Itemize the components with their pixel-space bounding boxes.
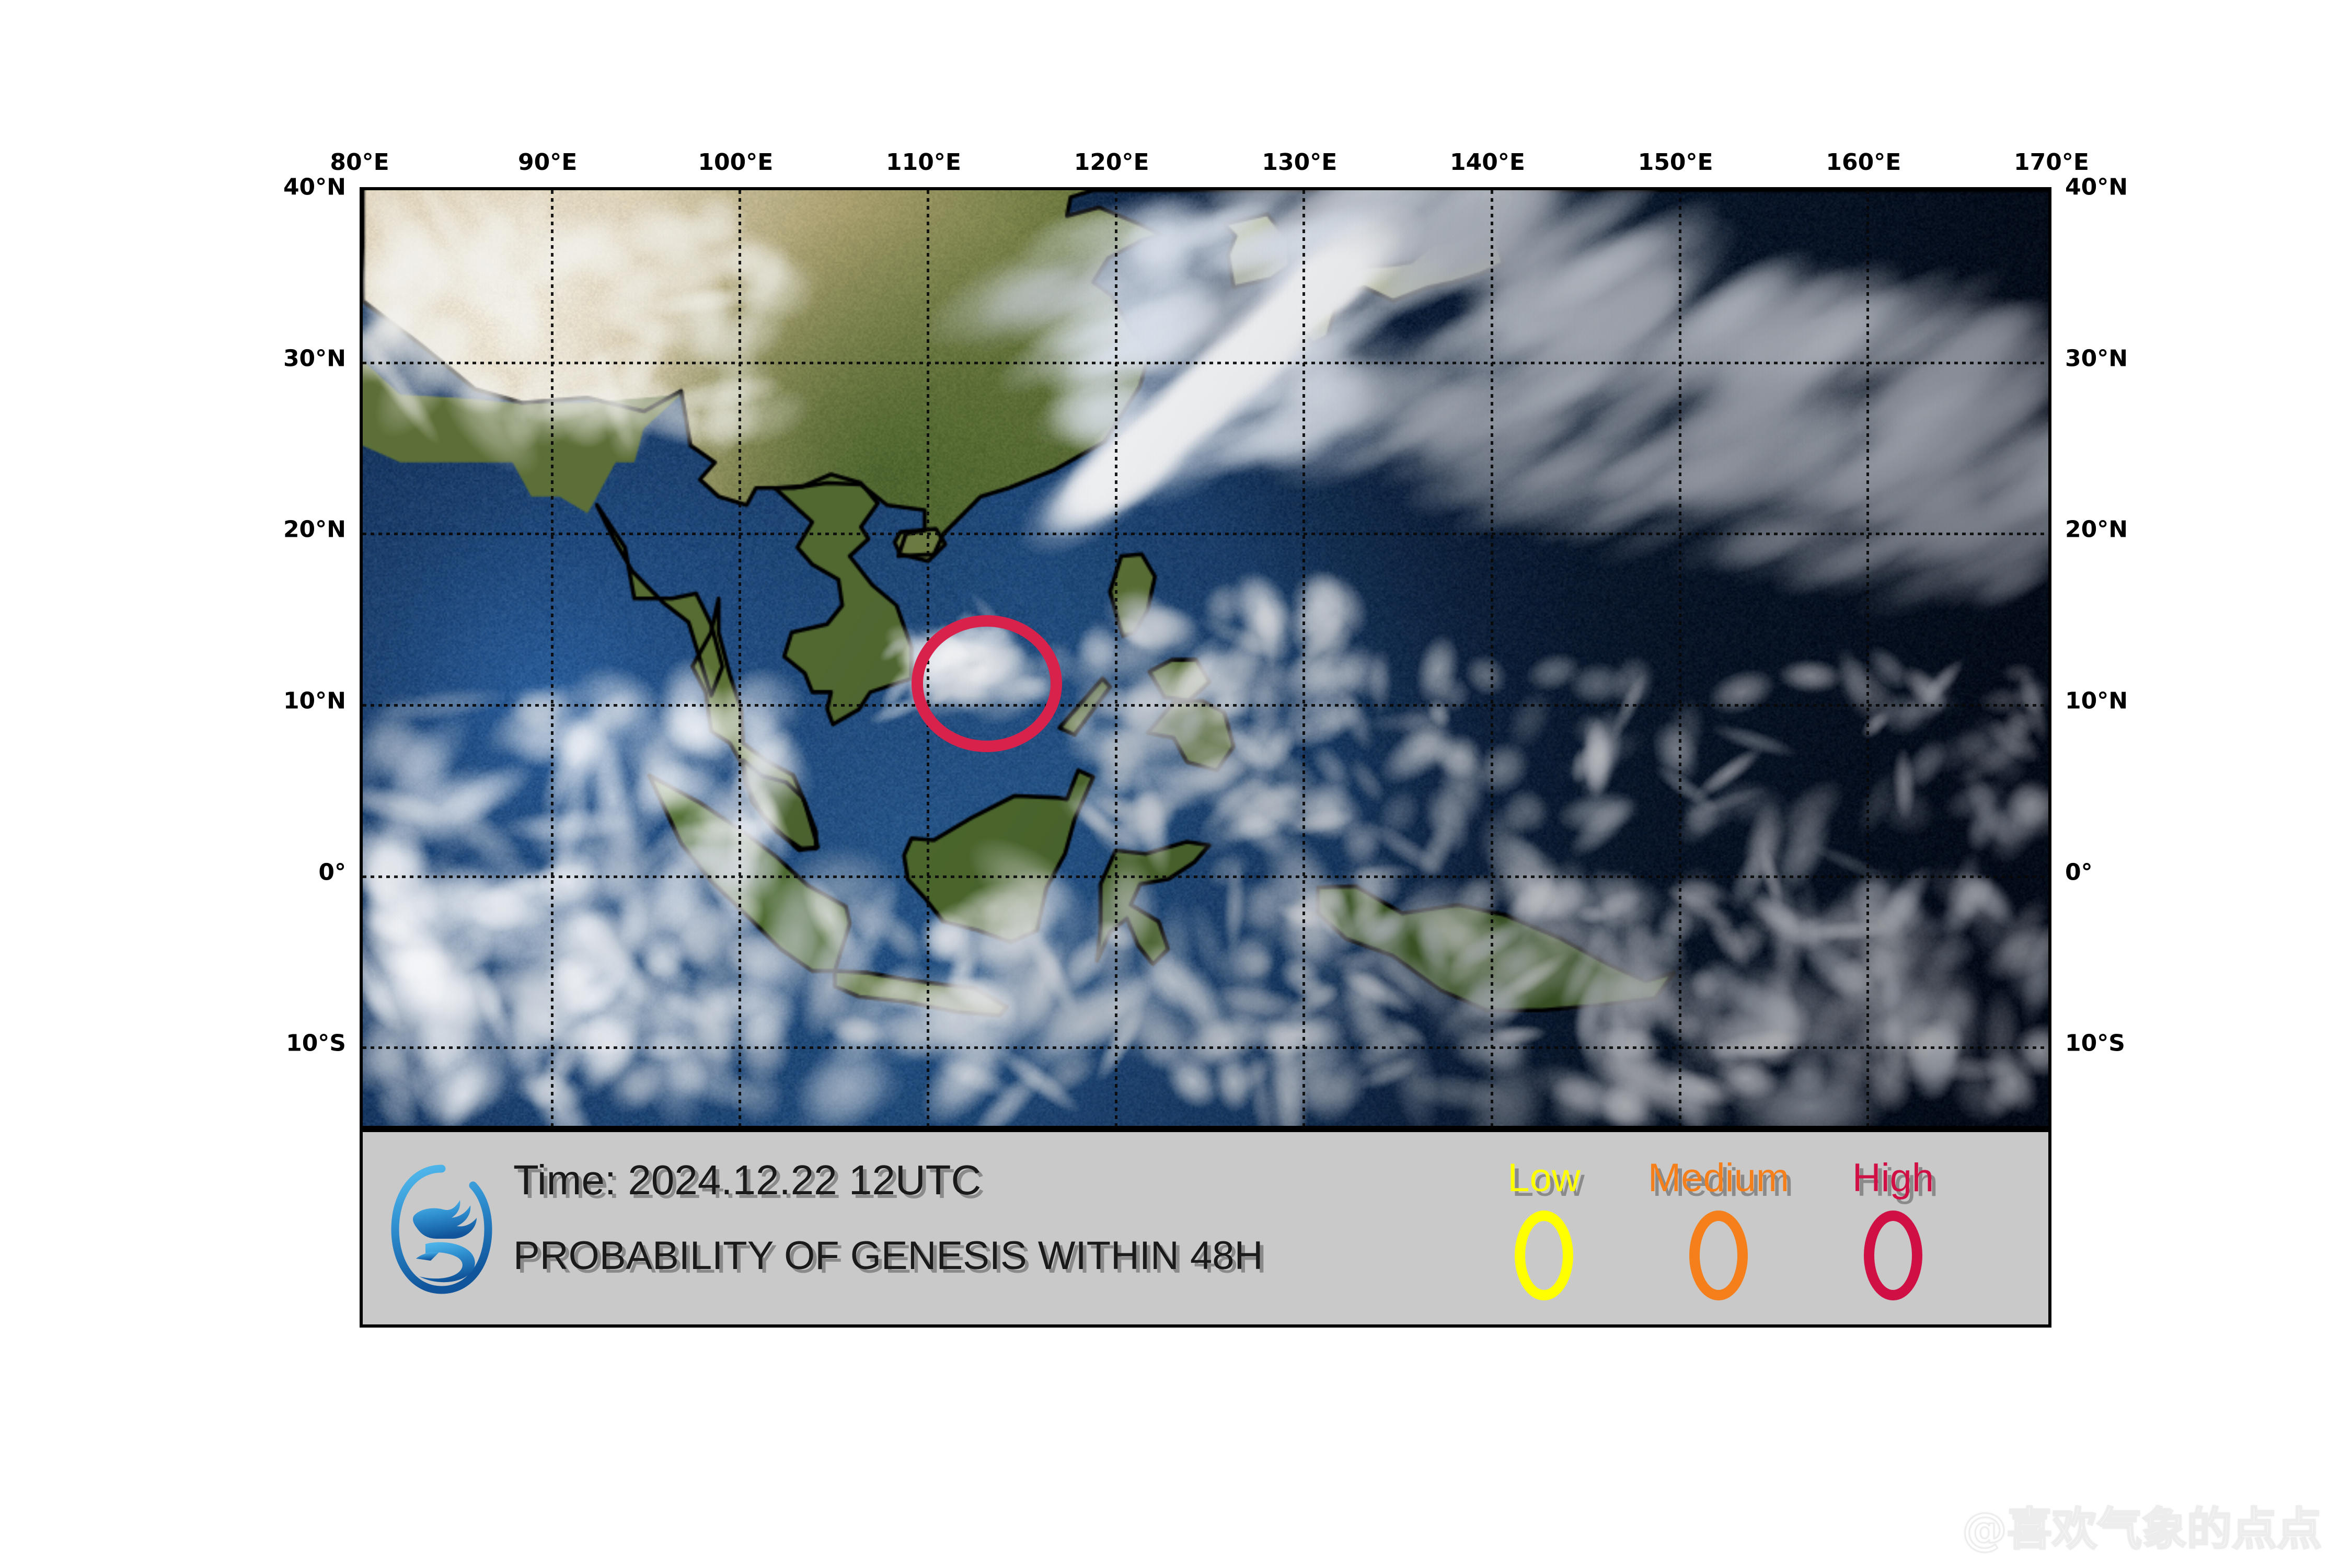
legend-key-low[interactable]: Low bbox=[1466, 1155, 1622, 1300]
longitude-tick-label: 90°E bbox=[518, 149, 578, 176]
observation-time-label: Time: 2024.12.22 12UTC bbox=[513, 1157, 982, 1203]
longitude-tick-label: 130°E bbox=[1262, 149, 1338, 176]
latitude-tick-label: 10°S bbox=[2065, 1030, 2125, 1057]
latitude-tick-label: 0° bbox=[2065, 859, 2093, 886]
weather-map-figure: 80°E 90°E 100°E 110°E 120°E 130°E 140°E 150°E 16… bbox=[0, 0, 2352, 1568]
dragon-emblem-logo bbox=[391, 1165, 492, 1294]
latitude-tick-label: 40°N bbox=[2065, 174, 2128, 201]
legend-key-medium[interactable]: Medium bbox=[1640, 1155, 1797, 1300]
latitude-tick-label: 30°N bbox=[283, 345, 346, 372]
latitude-tick-label: 20°N bbox=[283, 516, 346, 543]
latitude-tick-label: 10°N bbox=[2065, 687, 2128, 714]
latitude-tick-label: 30°N bbox=[2065, 345, 2128, 372]
legend-info-panel: Time: 2024.12.22 12UTC PROBABILITY OF GE… bbox=[360, 1129, 2051, 1328]
legend-key-ring-icon bbox=[1515, 1210, 1573, 1300]
map-title-label: PROBABILITY OF GENESIS WITHIN 48H bbox=[513, 1233, 1263, 1278]
legend-key-ring-icon bbox=[1864, 1210, 1922, 1300]
legend-key-label: High bbox=[1852, 1156, 1934, 1200]
satellite-map-panel[interactable] bbox=[360, 187, 2051, 1129]
longitude-tick-label: 150°E bbox=[1638, 149, 1713, 176]
longitude-tick-label: 80°E bbox=[330, 149, 389, 176]
satellite-basemap-canvas bbox=[363, 190, 2048, 1126]
longitude-tick-label: 120°E bbox=[1074, 149, 1149, 176]
legend-key-ring-icon bbox=[1689, 1210, 1748, 1300]
longitude-tick-label: 100°E bbox=[698, 149, 774, 176]
weibo-watermark: @喜欢气象的点点 bbox=[1900, 1502, 2323, 1557]
latitude-tick-label: 10°N bbox=[283, 687, 346, 714]
longitude-tick-label: 140°E bbox=[1450, 149, 1525, 176]
latitude-tick-label: 10°S bbox=[286, 1030, 346, 1057]
legend-key-label: Low bbox=[1507, 1156, 1581, 1200]
latitude-tick-label: 0° bbox=[318, 859, 346, 886]
latitude-tick-label: 40°N bbox=[283, 174, 346, 201]
genesis-probability-circle-high[interactable] bbox=[912, 615, 1062, 752]
longitude-tick-label: 110°E bbox=[886, 149, 961, 176]
longitude-tick-label: 160°E bbox=[1826, 149, 1901, 176]
longitude-tick-label: 170°E bbox=[2014, 149, 2089, 176]
weibo-logo-icon bbox=[1904, 1509, 1947, 1549]
weibo-handle-text: @喜欢气象的点点 bbox=[1962, 1503, 2323, 1555]
legend-key-high[interactable]: High bbox=[1815, 1155, 1971, 1300]
legend-key-label: Medium bbox=[1647, 1156, 1790, 1200]
latitude-tick-label: 20°N bbox=[2065, 516, 2128, 543]
map-info-text-block: Time: 2024.12.22 12UTC PROBABILITY OF GE… bbox=[513, 1151, 1506, 1283]
